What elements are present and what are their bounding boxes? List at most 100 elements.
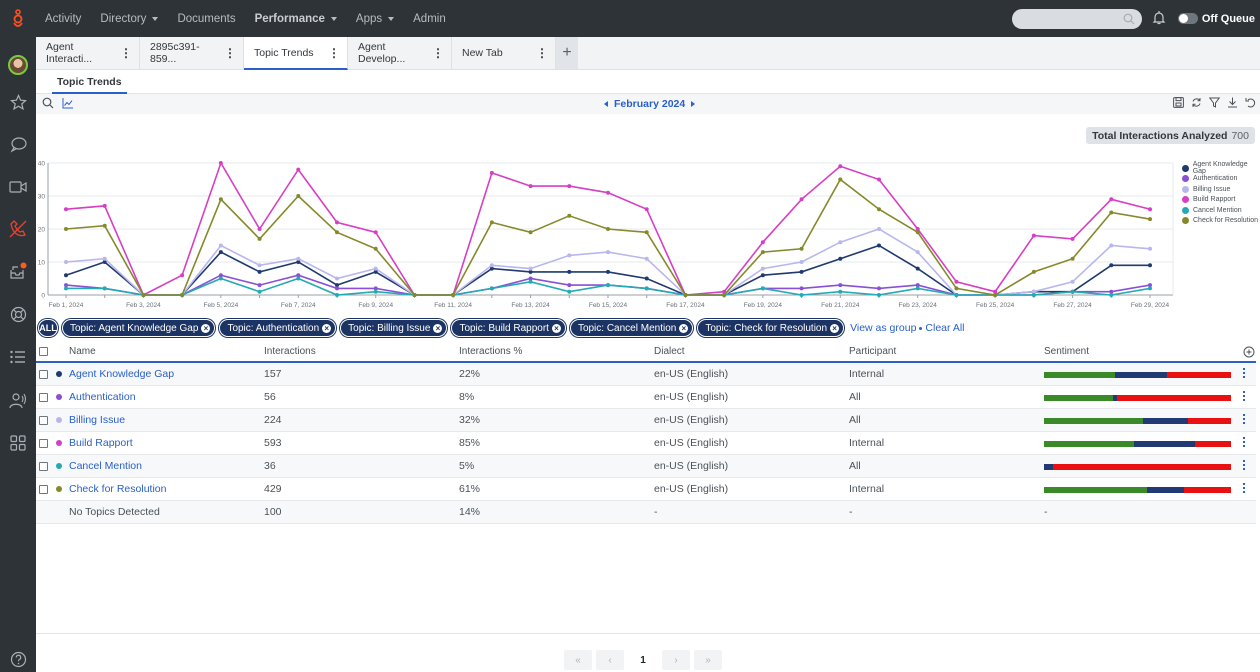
data-point[interactable] <box>489 286 494 291</box>
help-icon[interactable] <box>8 649 28 669</box>
next-month-button[interactable] <box>691 101 696 107</box>
global-search-input[interactable] <box>1011 8 1142 29</box>
data-point[interactable] <box>64 207 68 212</box>
row-checkbox[interactable] <box>39 392 48 402</box>
phone-off-icon[interactable] <box>8 219 28 239</box>
refresh-icon[interactable] <box>1191 97 1202 108</box>
data-point[interactable] <box>838 283 843 288</box>
list-icon[interactable] <box>8 347 28 367</box>
data-point[interactable] <box>1148 246 1152 251</box>
tab-2895c391-859[interactable]: 2895c391-859... ⋮ <box>140 37 244 69</box>
data-point[interactable] <box>373 230 378 235</box>
data-point[interactable] <box>102 256 107 261</box>
data-point[interactable] <box>993 293 998 297</box>
data-point[interactable] <box>335 220 339 225</box>
data-point[interactable] <box>373 246 378 251</box>
sentiment-bar[interactable] <box>1044 372 1231 378</box>
last-page-button[interactable]: » <box>694 650 722 670</box>
next-page-button[interactable]: › <box>662 650 690 670</box>
speaker-person-icon[interactable] <box>8 391 28 411</box>
data-point[interactable] <box>567 253 572 258</box>
video-icon[interactable] <box>8 177 28 197</box>
data-point[interactable] <box>257 289 262 294</box>
data-point[interactable] <box>1070 236 1075 241</box>
data-point[interactable] <box>644 286 649 291</box>
data-point[interactable] <box>257 236 262 241</box>
data-point[interactable] <box>528 266 533 271</box>
data-point[interactable] <box>1031 269 1036 274</box>
data-point[interactable] <box>1031 293 1036 297</box>
select-all-checkbox[interactable] <box>39 347 48 356</box>
row-checkbox[interactable] <box>39 415 48 425</box>
data-point[interactable] <box>760 266 765 271</box>
data-point[interactable] <box>799 269 804 274</box>
tab-menu-icon[interactable]: ⋮ <box>432 46 444 60</box>
topic-name-link[interactable]: Cancel Mention <box>69 460 142 472</box>
data-point[interactable] <box>296 276 301 281</box>
data-point[interactable] <box>335 276 339 281</box>
tab-menu-icon[interactable]: ⋮ <box>224 46 236 60</box>
data-point[interactable] <box>102 286 107 291</box>
data-point[interactable] <box>644 256 649 261</box>
tab-new-tab[interactable]: New Tab ⋮ <box>452 37 556 69</box>
column-header-participant[interactable]: Participant <box>849 346 896 357</box>
filter-icon[interactable] <box>1209 97 1220 108</box>
data-point[interactable] <box>877 227 881 231</box>
data-point[interactable] <box>838 289 843 294</box>
nav-performance[interactable]: Performance <box>255 13 337 25</box>
data-point[interactable] <box>1109 243 1114 248</box>
queue-toggle[interactable] <box>1177 13 1198 24</box>
data-point[interactable] <box>489 220 494 225</box>
data-point[interactable] <box>64 273 68 278</box>
data-point[interactable] <box>412 293 417 297</box>
filter-chip-topic-check-for-resolution[interactable]: Topic: Check for Resolution × <box>697 319 845 337</box>
data-point[interactable] <box>838 256 843 261</box>
data-point[interactable] <box>915 230 920 235</box>
tab-topic-trends[interactable]: Topic Trends ⋮ <box>244 37 348 70</box>
nav-activity[interactable]: Activity <box>45 13 81 25</box>
remove-chip-icon[interactable]: × <box>551 323 561 333</box>
data-point[interactable] <box>567 283 572 288</box>
data-point[interactable] <box>877 177 881 182</box>
topic-name-link[interactable]: Authentication <box>69 391 136 403</box>
row-menu-icon[interactable] <box>1243 368 1247 378</box>
data-point[interactable] <box>218 197 223 202</box>
data-point[interactable] <box>799 260 804 264</box>
row-checkbox[interactable] <box>39 484 48 494</box>
data-point[interactable] <box>760 286 765 291</box>
data-point[interactable] <box>218 250 223 255</box>
data-point[interactable] <box>915 266 920 271</box>
data-point[interactable] <box>1148 217 1152 222</box>
nav-documents[interactable]: Documents <box>177 13 235 25</box>
topic-name-link[interactable]: Billing Issue <box>69 414 125 426</box>
column-header-interactions-pct[interactable]: Interactions % <box>459 346 522 357</box>
row-checkbox[interactable] <box>39 461 48 471</box>
data-point[interactable] <box>760 250 765 255</box>
remove-chip-icon[interactable]: × <box>679 323 689 333</box>
new-tab-button[interactable]: + <box>556 37 578 69</box>
data-point[interactable] <box>877 293 881 297</box>
data-point[interactable] <box>1070 279 1075 284</box>
data-point[interactable] <box>257 269 262 274</box>
sentiment-bar[interactable] <box>1044 441 1231 447</box>
legend-item-cancel-mention[interactable]: Cancel Mention <box>1182 205 1260 216</box>
data-point[interactable] <box>335 293 339 297</box>
topic-name-link[interactable]: Agent Knowledge Gap <box>69 368 174 380</box>
tab-agent-interacti[interactable]: Agent Interacti... ⋮ <box>36 37 140 69</box>
data-point[interactable] <box>489 263 494 268</box>
data-point[interactable] <box>567 269 572 274</box>
data-point[interactable] <box>218 276 223 281</box>
row-menu-icon[interactable] <box>1243 483 1247 493</box>
save-icon[interactable] <box>1173 97 1184 108</box>
filter-chip-topic-build-rapport[interactable]: Topic: Build Rapport × <box>451 319 566 337</box>
row-checkbox[interactable] <box>39 438 48 448</box>
data-point[interactable] <box>102 203 107 208</box>
previous-month-button[interactable] <box>604 101 608 107</box>
all-filter-chip[interactable]: ALL <box>38 319 58 337</box>
filter-chip-topic-authentication[interactable]: Topic: Authentication × <box>219 319 337 337</box>
notifications-bell-icon[interactable] <box>1152 10 1166 28</box>
data-point[interactable] <box>335 230 339 235</box>
data-point[interactable] <box>180 293 185 297</box>
filter-chip-topic-billing-issue[interactable]: Topic: Billing Issue × <box>340 319 448 337</box>
reset-icon[interactable] <box>1245 97 1256 108</box>
